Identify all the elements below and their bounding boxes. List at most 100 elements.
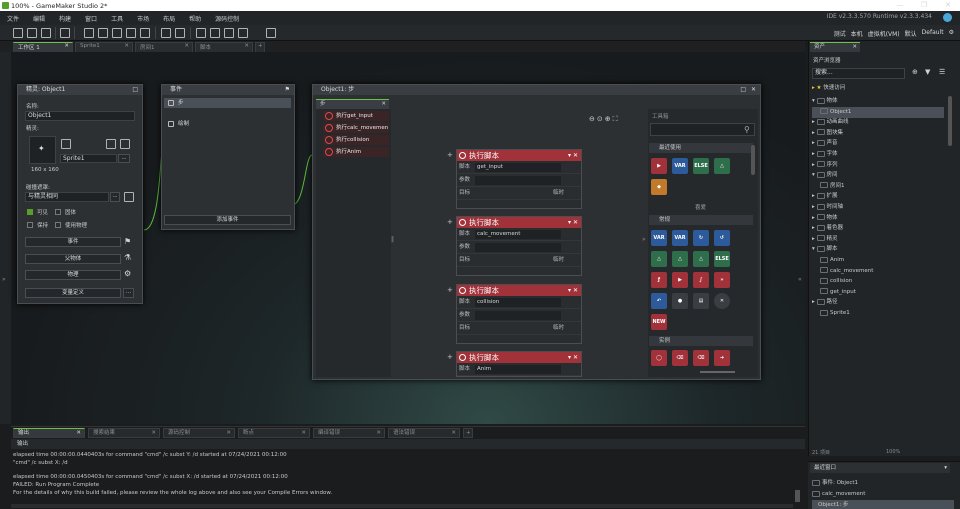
asset-tree-item[interactable]: calc_movement	[812, 266, 944, 277]
declare-var-icon[interactable]: VAR	[651, 230, 667, 246]
chevron-right-icon[interactable]: ▸	[812, 162, 817, 168]
toolbox-size-slider[interactable]	[700, 371, 735, 373]
chevron-down-icon[interactable]: ▾	[812, 98, 817, 104]
action-item[interactable]: 执行calc_movemen	[323, 123, 389, 133]
package-icon[interactable]	[60, 28, 70, 38]
new-icon[interactable]: NEW	[651, 314, 667, 330]
chevron-down-icon[interactable]: ▾	[812, 246, 817, 252]
chevron-down-icon[interactable]: ▾	[812, 172, 817, 178]
destroy-other-icon[interactable]: ⌫	[693, 350, 709, 366]
asset-tree-item[interactable]: ▸ 字体	[812, 149, 944, 160]
build-icon[interactable]	[140, 28, 150, 38]
maximize-icon[interactable]: ❐	[912, 0, 936, 11]
menu-edit[interactable]: 编辑	[26, 14, 52, 23]
tab-syntax-errors[interactable]: 语法错误 ✕	[388, 428, 460, 438]
new-sprite-icon[interactable]	[106, 139, 116, 149]
sprite-action-icon[interactable]: ◆	[651, 179, 667, 195]
debug-icon[interactable]	[84, 28, 94, 38]
common-section[interactable]: 常规	[649, 215, 753, 225]
asset-tree-item[interactable]: ▸ 图块集	[812, 128, 944, 139]
zoom-reset-icon[interactable]: ⊙	[597, 115, 603, 124]
chevron-down-icon[interactable]: ▾	[944, 463, 947, 473]
physics-button[interactable]: 物理	[25, 270, 121, 280]
close-icon[interactable]: ✕	[184, 43, 189, 49]
target-test[interactable]: 测试	[834, 29, 846, 38]
add-action-icon[interactable]: +	[447, 353, 453, 361]
tab-compile-errors[interactable]: 编译错误 ✕	[313, 428, 385, 438]
asset-tree-item[interactable]: get_input	[812, 287, 944, 298]
edit-mask-icon[interactable]	[124, 192, 134, 202]
else-icon[interactable]: ELSE	[714, 251, 730, 267]
target-default[interactable]: Default	[922, 29, 944, 38]
add-action-icon[interactable]: +	[447, 151, 453, 159]
menu-marketplace[interactable]: 市场	[130, 14, 156, 23]
tab-search-results[interactable]: 搜索结果 ✕	[88, 428, 160, 438]
search-icon[interactable]: ⚲	[744, 125, 750, 134]
recent-item[interactable]: calc_movement	[812, 489, 865, 500]
add-action-icon[interactable]: +	[447, 286, 453, 294]
break-icon[interactable]: »	[714, 272, 730, 288]
target-settings-icon[interactable]: ⚙	[949, 29, 954, 38]
assign-var-icon[interactable]: ↻	[693, 230, 709, 246]
output-scrollbar[interactable]	[795, 490, 800, 502]
new-tab-button[interactable]: +	[255, 42, 265, 52]
maximize-icon[interactable]: □	[132, 85, 138, 95]
tab-assets[interactable]: 资产 ✕	[810, 42, 860, 52]
variable-definitions-button[interactable]: 变量定义	[25, 288, 121, 298]
variables-more-button[interactable]: ···	[123, 288, 134, 298]
physics-checkbox[interactable]	[55, 222, 61, 228]
target-default-cn[interactable]: 默认	[905, 29, 917, 38]
close-icon[interactable]: ▾ ✕	[568, 217, 578, 228]
execute-script-block[interactable]: 执行脚本 ▾ ✕ 脚本 Anim	[456, 351, 582, 377]
close-icon[interactable]: ✕	[226, 429, 231, 438]
target-vm[interactable]: 虚拟机(VM)	[868, 29, 900, 38]
add-event-button[interactable]: 添加事件	[164, 215, 291, 225]
tab-step[interactable]: 步 ✕	[316, 99, 389, 109]
chevron-right-icon[interactable]: ▸	[812, 225, 817, 231]
fit-icon[interactable]	[238, 28, 248, 38]
target-local[interactable]: 本机	[851, 29, 863, 38]
solid-checkbox[interactable]	[55, 209, 61, 215]
action-item[interactable]: 执行Anim	[323, 147, 389, 157]
close-icon[interactable]: ✕	[936, 0, 960, 11]
gear-icon[interactable]: ⚙	[124, 269, 131, 278]
close-icon[interactable]: ✕	[76, 429, 81, 438]
chevron-right-icon[interactable]: ▸	[812, 204, 817, 210]
maximize-icon[interactable]: □	[740, 85, 746, 95]
else-icon[interactable]: ELSE	[693, 158, 709, 174]
tab-output[interactable]: 输出 ✕	[13, 428, 85, 438]
help-icon[interactable]	[175, 28, 185, 38]
event-step[interactable]: 步	[164, 98, 291, 108]
close-icon[interactable]: ▾ ✕	[568, 150, 578, 161]
expand-right-icon[interactable]: «	[798, 276, 802, 283]
return-icon[interactable]: ↶	[651, 293, 667, 309]
fullscreen-icon[interactable]: ⛶	[613, 115, 618, 124]
collapse-toolbox-icon[interactable]: »	[642, 236, 646, 243]
destroy-icon[interactable]: ⌫	[672, 350, 688, 366]
asset-tree-item[interactable]: ▸ 时间轴	[812, 202, 944, 213]
script-field[interactable]: calc_movement	[475, 230, 561, 239]
flag-icon[interactable]: ⚑	[124, 237, 131, 246]
hierarchy-icon[interactable]: ⚗	[124, 253, 131, 262]
filter-icon[interactable]: ▼	[925, 68, 930, 76]
run-script-icon[interactable]: ▶	[672, 272, 688, 288]
asset-tree-item[interactable]: Object1	[812, 106, 944, 118]
if-undefined-icon[interactable]: △	[693, 251, 709, 267]
output-hscrollbar[interactable]	[11, 504, 793, 508]
stop-icon[interactable]	[112, 28, 122, 38]
close-icon[interactable]: ▾ ✕	[568, 285, 578, 296]
save-icon[interactable]	[41, 28, 51, 38]
chevron-right-icon[interactable]: ▸	[812, 151, 817, 157]
function-icon[interactable]: ƒ	[651, 272, 667, 288]
asset-tree-item[interactable]: ▸ 物体	[812, 213, 944, 224]
close-icon[interactable]: ▾ ✕	[568, 352, 578, 363]
menu-source-control[interactable]: 源码控制	[208, 14, 246, 23]
name-field[interactable]: Object1	[25, 111, 135, 121]
tab-sprite1[interactable]: Sprite1 ✕	[75, 42, 133, 52]
global-var-icon[interactable]: VAR	[672, 230, 688, 246]
menu-help[interactable]: 帮助	[182, 14, 208, 23]
recent-item[interactable]: Object1: 步	[812, 500, 954, 509]
close-icon[interactable]: ✕	[244, 43, 249, 49]
open-project-icon[interactable]	[27, 28, 37, 38]
asset-tree-item[interactable]: 房间1	[812, 181, 944, 192]
